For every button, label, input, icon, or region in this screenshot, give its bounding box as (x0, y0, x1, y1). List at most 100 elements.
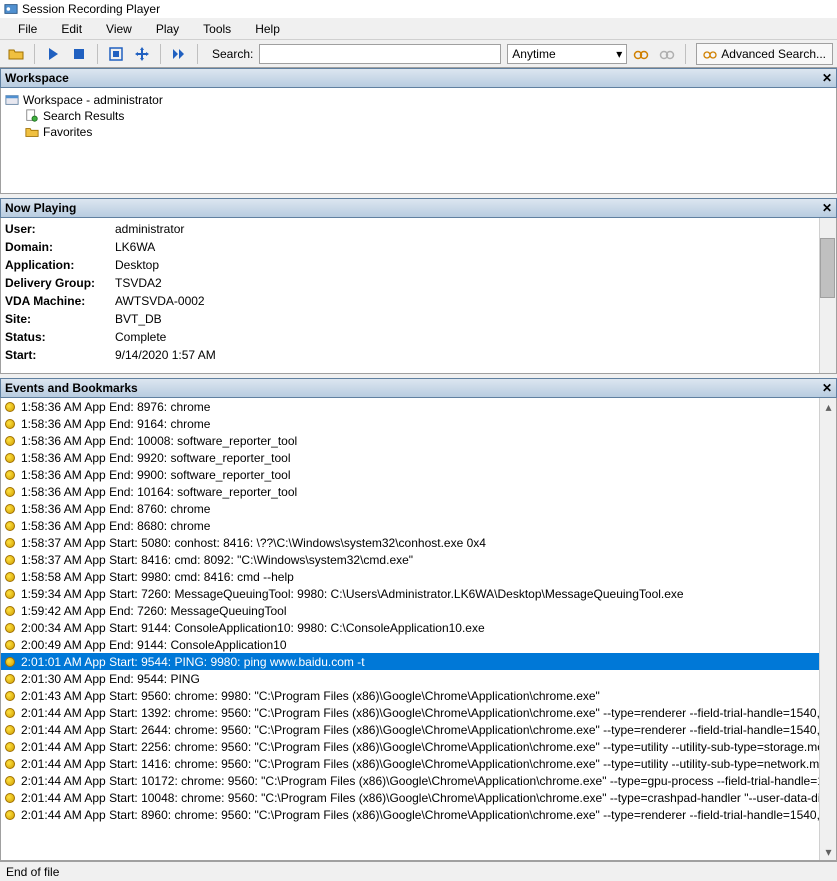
event-dot-icon (5, 487, 15, 497)
event-text: 2:01:30 AM App End: 9544: PING (21, 672, 200, 686)
menu-view[interactable]: View (96, 20, 142, 38)
move-button[interactable] (130, 42, 154, 66)
event-text: 1:58:36 AM App End: 9164: chrome (21, 417, 210, 431)
event-row[interactable]: 1:58:36 AM App End: 9920: software_repor… (1, 449, 819, 466)
event-row[interactable]: 1:59:34 AM App Start: 7260: MessageQueui… (1, 585, 819, 602)
scroll-up-icon[interactable]: ▴ (820, 398, 837, 415)
event-text: 2:01:44 AM App Start: 8960: chrome: 9560… (21, 808, 819, 822)
workspace-root[interactable]: Workspace - administrator (5, 92, 832, 108)
menu-tools[interactable]: Tools (193, 20, 241, 38)
event-row[interactable]: 2:01:30 AM App End: 9544: PING (1, 670, 819, 687)
event-row[interactable]: 2:01:44 AM App Start: 10172: chrome: 956… (1, 772, 819, 789)
event-text: 1:58:58 AM App Start: 9980: cmd: 8416: c… (21, 570, 294, 584)
event-dot-icon (5, 793, 15, 803)
event-dot-icon (5, 555, 15, 565)
scroll-down-icon[interactable]: ▾ (820, 843, 837, 860)
menu-help[interactable]: Help (245, 20, 290, 38)
event-dot-icon (5, 504, 15, 514)
event-row[interactable]: 1:58:58 AM App Start: 9980: cmd: 8416: c… (1, 568, 819, 585)
event-row[interactable]: 1:58:37 AM App Start: 8416: cmd: 8092: "… (1, 551, 819, 568)
open-button[interactable] (4, 42, 28, 66)
search-input[interactable] (259, 44, 501, 64)
events-header: Events and Bookmarks ✕ (0, 378, 837, 398)
binoculars-button[interactable] (629, 42, 653, 66)
event-row[interactable]: 1:58:36 AM App End: 9164: chrome (1, 415, 819, 432)
stop-button[interactable] (67, 42, 91, 66)
event-dot-icon (5, 419, 15, 429)
events-close-icon[interactable]: ✕ (822, 381, 832, 395)
nowplaying-row: VDA Machine:AWTSVDA-0002 (5, 294, 832, 312)
event-row[interactable]: 1:58:36 AM App End: 8976: chrome (1, 398, 819, 415)
events-body: 1:58:36 AM App End: 8976: chrome 1:58:36 … (0, 398, 837, 861)
app-icon (4, 2, 18, 16)
event-text: 1:58:37 AM App Start: 5080: conhost: 841… (21, 536, 486, 550)
event-row[interactable]: 1:58:36 AM App End: 8680: chrome (1, 517, 819, 534)
menu-edit[interactable]: Edit (51, 20, 92, 38)
event-row[interactable]: 2:01:44 AM App Start: 10048: chrome: 956… (1, 789, 819, 806)
event-text: 2:01:44 AM App Start: 2256: chrome: 9560… (21, 740, 819, 754)
folder-icon (25, 125, 39, 139)
nowplaying-scrollbar[interactable] (819, 218, 836, 373)
event-text: 1:58:36 AM App End: 8760: chrome (21, 502, 210, 516)
event-dot-icon (5, 810, 15, 820)
nowplaying-row: Site:BVT_DB (5, 312, 832, 330)
workspace-icon (5, 93, 19, 107)
advanced-search-button[interactable]: Advanced Search... (696, 43, 833, 65)
event-text: 2:01:44 AM App Start: 2644: chrome: 9560… (21, 723, 819, 737)
event-dot-icon (5, 572, 15, 582)
workspace-header: Workspace ✕ (0, 68, 837, 88)
play-button[interactable] (41, 42, 65, 66)
nowplaying-label: User: (5, 222, 115, 240)
event-row[interactable]: 2:01:44 AM App Start: 2644: chrome: 9560… (1, 721, 819, 738)
nowplaying-value: Complete (115, 330, 166, 348)
workspace-search-results[interactable]: Search Results (25, 108, 832, 124)
nowplaying-row: Start:9/14/2020 1:57 AM (5, 348, 832, 366)
event-text: 1:58:36 AM App End: 10008: software_repo… (21, 434, 297, 448)
nowplaying-row: Application:Desktop (5, 258, 832, 276)
event-row[interactable]: 2:01:44 AM App Start: 8960: chrome: 9560… (1, 806, 819, 823)
event-row[interactable]: 1:58:36 AM App End: 9900: software_repor… (1, 466, 819, 483)
workspace-close-icon[interactable]: ✕ (822, 71, 832, 85)
event-text: 1:58:36 AM App End: 9900: software_repor… (21, 468, 291, 482)
nowplaying-row: Delivery Group:TSVDA2 (5, 276, 832, 294)
event-text: 1:58:37 AM App Start: 8416: cmd: 8092: "… (21, 553, 413, 567)
nowplaying-value: Desktop (115, 258, 159, 276)
event-row[interactable]: 1:58:36 AM App End: 10008: software_repo… (1, 432, 819, 449)
menu-file[interactable]: File (8, 20, 47, 38)
event-row[interactable]: 2:01:44 AM App Start: 1392: chrome: 9560… (1, 704, 819, 721)
event-dot-icon (5, 725, 15, 735)
binoculars-disabled-button (655, 42, 679, 66)
nowplaying-label: Application: (5, 258, 115, 276)
event-row[interactable]: 1:58:36 AM App End: 8760: chrome (1, 500, 819, 517)
event-row[interactable]: 1:58:37 AM App Start: 5080: conhost: 841… (1, 534, 819, 551)
nowplaying-close-icon[interactable]: ✕ (822, 201, 832, 215)
nowplaying-label: Start: (5, 348, 115, 366)
event-row[interactable]: 2:01:44 AM App Start: 2256: chrome: 9560… (1, 738, 819, 755)
event-text: 1:58:36 AM App End: 10164: software_repo… (21, 485, 297, 499)
event-row[interactable]: 2:01:44 AM App Start: 1416: chrome: 9560… (1, 755, 819, 772)
event-row[interactable]: 1:58:36 AM App End: 10164: software_repo… (1, 483, 819, 500)
event-row[interactable]: 2:01:43 AM App Start: 9560: chrome: 9980… (1, 687, 819, 704)
window-title: Session Recording Player (22, 2, 160, 16)
event-text: 2:00:49 AM App End: 9144: ConsoleApplica… (21, 638, 287, 652)
event-row[interactable]: 2:00:34 AM App Start: 9144: ConsoleAppli… (1, 619, 819, 636)
workspace-title: Workspace (5, 71, 69, 85)
workspace-favorites[interactable]: Favorites (25, 124, 832, 140)
events-scrollbar[interactable]: ▴ ▾ (819, 398, 836, 860)
event-dot-icon (5, 470, 15, 480)
event-row[interactable]: 2:00:49 AM App End: 9144: ConsoleApplica… (1, 636, 819, 653)
event-dot-icon (5, 691, 15, 701)
event-text: 2:01:44 AM App Start: 10172: chrome: 956… (21, 774, 819, 788)
fast-forward-button[interactable] (167, 42, 191, 66)
fit-button[interactable] (104, 42, 128, 66)
menu-play[interactable]: Play (146, 20, 189, 38)
event-row[interactable]: 1:59:42 AM App End: 7260: MessageQueuing… (1, 602, 819, 619)
event-text: 2:01:01 AM App Start: 9544: PING: 9980: … (21, 655, 365, 669)
nowplaying-row: Status:Complete (5, 330, 832, 348)
workspace-search-results-label: Search Results (43, 109, 124, 123)
event-row[interactable]: 2:01:01 AM App Start: 9544: PING: 9980: … (1, 653, 819, 670)
event-dot-icon (5, 453, 15, 463)
anytime-dropdown[interactable]: Anytime ▾ (507, 44, 627, 64)
event-text: 1:58:36 AM App End: 8976: chrome (21, 400, 210, 414)
event-dot-icon (5, 538, 15, 548)
